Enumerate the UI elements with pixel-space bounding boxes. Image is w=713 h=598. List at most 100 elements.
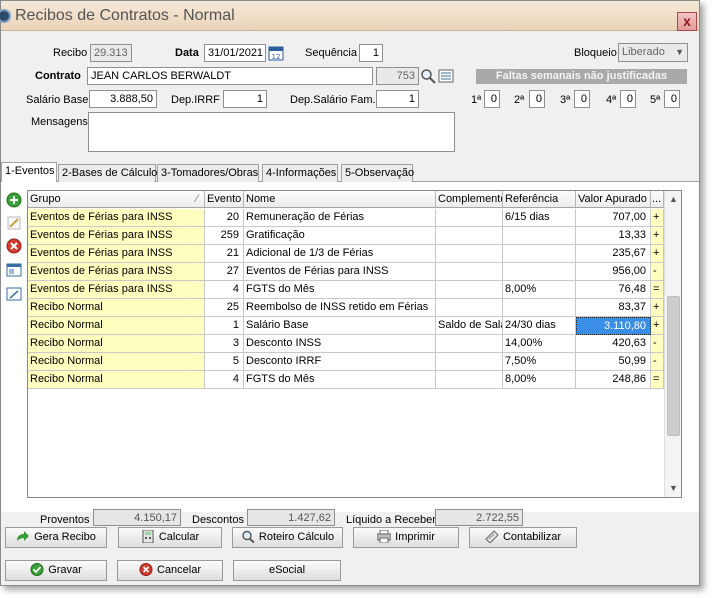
calendar-icon[interactable]: 12	[268, 45, 284, 61]
cell-evento[interactable]: 1	[205, 317, 244, 335]
cell-sinal[interactable]: +	[651, 209, 664, 227]
cell-complemento[interactable]	[436, 263, 503, 281]
cell-evento[interactable]: 3	[205, 335, 244, 353]
table-row[interactable]: Recibo Normal 3 Desconto INSS 14,00% 420,63-	[28, 335, 664, 353]
scroll-thumb[interactable]	[667, 296, 680, 436]
cell-nome[interactable]: Gratificação	[244, 227, 436, 245]
cell-referencia[interactable]: 8,00%	[503, 281, 576, 299]
tab-informacoes[interactable]: 4-Informações	[262, 164, 338, 182]
cell-evento[interactable]: 259	[205, 227, 244, 245]
cell-valor[interactable]: 248,86	[576, 371, 651, 389]
cell-nome[interactable]: FGTS do Mês	[244, 281, 436, 299]
col-header-valor[interactable]: Valor Apurado	[576, 191, 651, 208]
cell-sinal[interactable]: =	[651, 281, 664, 299]
cell-referencia[interactable]	[503, 299, 576, 317]
cell-sinal[interactable]: =	[651, 371, 664, 389]
salario-field[interactable]: 3.888,50	[89, 90, 157, 108]
cell-sinal[interactable]: -	[651, 263, 664, 281]
cell-grupo[interactable]: Eventos de Férias para INSS	[28, 227, 205, 245]
tab-tomadores-obras[interactable]: 3-Tomadores/Obras	[157, 164, 259, 182]
cell-valor[interactable]: 956,00	[576, 263, 651, 281]
cell-nome[interactable]: Desconto IRRF	[244, 353, 436, 371]
cell-evento[interactable]: 20	[205, 209, 244, 227]
cell-valor[interactable]: 420,63	[576, 335, 651, 353]
cell-sinal[interactable]: -	[651, 335, 664, 353]
cell-complemento[interactable]: Saldo de Salá	[436, 317, 503, 335]
week-2-field[interactable]: 0	[529, 90, 545, 108]
cell-referencia[interactable]	[503, 227, 576, 245]
contabilizar-button[interactable]: Contabilizar	[469, 527, 577, 548]
esocial-button[interactable]: eSocial	[233, 560, 341, 581]
table-row[interactable]: Eventos de Férias para INSS 20 Remuneração…	[28, 209, 664, 227]
cell-valor[interactable]: 13,33	[576, 227, 651, 245]
edit-icon[interactable]	[6, 215, 22, 231]
mensagens-field[interactable]	[88, 112, 455, 152]
scroll-up-icon[interactable]: ▲	[665, 191, 681, 208]
cell-nome[interactable]: Salário Base	[244, 317, 436, 335]
col-header-grupo[interactable]: Grupo ∕	[28, 191, 205, 208]
cell-valor[interactable]: 235,67	[576, 245, 651, 263]
table-row[interactable]: Eventos de Férias para INSS 4 FGTS do Mês 8…	[28, 281, 664, 299]
cell-complemento[interactable]	[436, 353, 503, 371]
cell-valor[interactable]: 83,37	[576, 299, 651, 317]
cell-evento[interactable]: 27	[205, 263, 244, 281]
table-row[interactable]: Recibo Normal 25 Reembolso de INSS retido …	[28, 299, 664, 317]
cell-evento[interactable]: 25	[205, 299, 244, 317]
cell-referencia[interactable]: 14,00%	[503, 335, 576, 353]
cell-complemento[interactable]	[436, 299, 503, 317]
cell-complemento[interactable]	[436, 281, 503, 299]
cell-grupo[interactable]: Eventos de Férias para INSS	[28, 209, 205, 227]
cell-valor[interactable]: 3.110,80	[576, 317, 651, 335]
cell-nome[interactable]: Adicional de 1/3 de Férias	[244, 245, 436, 263]
window-icon[interactable]	[6, 262, 22, 278]
roteiro-calculo-button[interactable]: Roteiro Cálculo	[232, 527, 343, 548]
col-header-complemento[interactable]: Complemento	[436, 191, 503, 208]
col-header-evento[interactable]: Evento	[205, 191, 244, 208]
cell-nome[interactable]: Desconto INSS	[244, 335, 436, 353]
col-header-nome[interactable]: Nome	[244, 191, 436, 208]
cell-valor[interactable]: 707,00	[576, 209, 651, 227]
table-row[interactable]: Eventos de Férias para INSS 27 Eventos de …	[28, 263, 664, 281]
cell-grupo[interactable]: Recibo Normal	[28, 353, 205, 371]
title-bar[interactable]: Recibos de Contratos - Normal x	[0, 1, 699, 31]
cell-complemento[interactable]	[436, 209, 503, 227]
form-edit-icon[interactable]	[6, 286, 22, 302]
cell-evento[interactable]: 4	[205, 281, 244, 299]
cell-referencia[interactable]: 7,50%	[503, 353, 576, 371]
cell-complemento[interactable]	[436, 335, 503, 353]
table-row[interactable]: Recibo Normal 5 Desconto IRRF 7,50% 50,99-	[28, 353, 664, 371]
cell-grupo[interactable]: Eventos de Férias para INSS	[28, 245, 205, 263]
cell-sinal[interactable]: -	[651, 353, 664, 371]
cell-grupo[interactable]: Recibo Normal	[28, 299, 205, 317]
tab-bases-calculo[interactable]: 2-Bases de Cálculo	[58, 164, 157, 182]
calcular-button[interactable]: Calcular	[118, 527, 222, 548]
search-icon[interactable]	[420, 68, 436, 84]
cell-sinal[interactable]: +	[651, 227, 664, 245]
table-row[interactable]: Recibo Normal 1 Salário Base Saldo de Salá 2…	[28, 317, 664, 335]
cell-grupo[interactable]: Recibo Normal	[28, 371, 205, 389]
scroll-down-icon[interactable]: ▼	[665, 480, 681, 497]
cancelar-button[interactable]: Cancelar	[117, 560, 223, 581]
table-row[interactable]: Eventos de Férias para INSS 259 Gratificaç…	[28, 227, 664, 245]
depirrf-field[interactable]: 1	[223, 90, 267, 108]
cell-referencia[interactable]: 6/15 dias	[503, 209, 576, 227]
table-row[interactable]: Recibo Normal 4 FGTS do Mês 8,00% 248,86 =	[28, 371, 664, 389]
cell-grupo[interactable]: Recibo Normal	[28, 317, 205, 335]
cell-evento[interactable]: 4	[205, 371, 244, 389]
imprimir-button[interactable]: Imprimir	[353, 527, 459, 548]
depsal-field[interactable]: 1	[376, 90, 419, 108]
week-1-field[interactable]: 0	[484, 90, 500, 108]
vertical-scrollbar[interactable]: ▲ ▼	[664, 191, 681, 497]
col-header-referencia[interactable]: Referência	[503, 191, 576, 208]
delete-icon[interactable]	[6, 238, 22, 254]
cell-referencia[interactable]: 24/30 dias	[503, 317, 576, 335]
gravar-button[interactable]: Gravar	[5, 560, 107, 581]
week-4-field[interactable]: 0	[620, 90, 636, 108]
add-icon[interactable]	[6, 192, 22, 208]
cell-evento[interactable]: 21	[205, 245, 244, 263]
cell-complemento[interactable]	[436, 371, 503, 389]
week-5-field[interactable]: 0	[664, 90, 680, 108]
cell-nome[interactable]: Remuneração de Férias	[244, 209, 436, 227]
cell-nome[interactable]: Eventos de Férias para INSS	[244, 263, 436, 281]
cell-grupo[interactable]: Eventos de Férias para INSS	[28, 263, 205, 281]
